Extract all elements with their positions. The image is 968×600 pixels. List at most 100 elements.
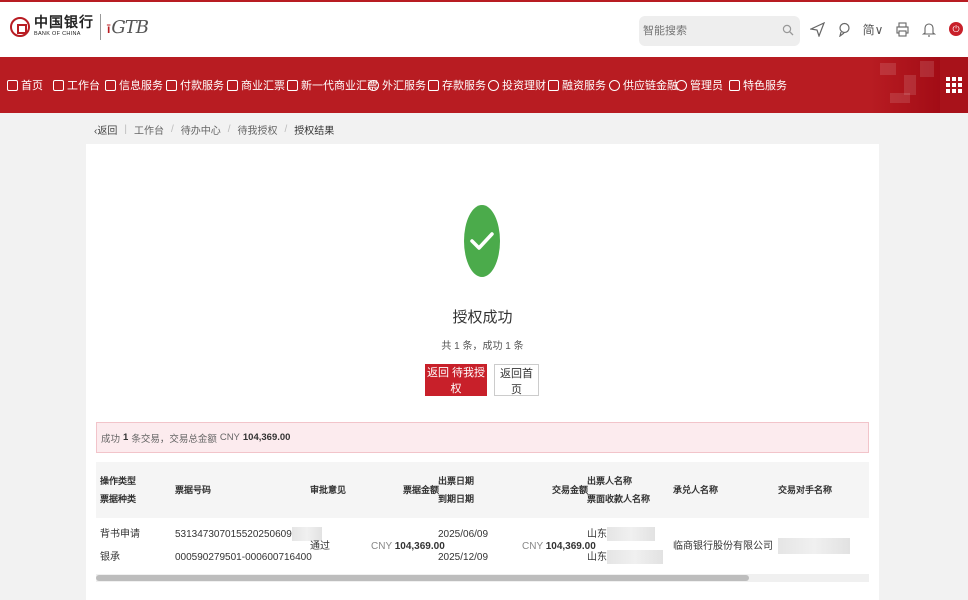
nav-item-investment[interactable]: 投资理财 bbox=[488, 77, 546, 93]
boc-wordmark: 中国银行 BANK OF CHINA bbox=[34, 16, 94, 38]
language-switch[interactable]: 简∨ bbox=[862, 20, 884, 38]
bar-amount: 104,369.00 bbox=[242, 432, 291, 443]
nav-label: 工作台 bbox=[67, 80, 100, 92]
td-drawer-payee: 山东 山东 bbox=[587, 523, 663, 569]
th-op-type: 操作类型 票据种类 bbox=[100, 476, 137, 504]
nav-item-financing[interactable]: 融资服务 bbox=[548, 77, 606, 93]
nav-item-workbench[interactable]: 工作台 bbox=[53, 77, 100, 93]
breadcrumb: ‹返回 | 工作台 / 待办中心 / 待我授权 / 授权结果 bbox=[94, 122, 334, 137]
bar-currency: CNY bbox=[219, 432, 240, 443]
bell-icon[interactable] bbox=[920, 20, 938, 38]
nav-item-deposit[interactable]: 存款服务 bbox=[428, 77, 486, 93]
nav-item-admin[interactable]: 管理员 bbox=[676, 77, 723, 93]
result-title: 授权成功 bbox=[452, 309, 513, 326]
td-counterparty bbox=[778, 535, 850, 558]
success-check-icon bbox=[464, 205, 500, 277]
logo-divider bbox=[100, 14, 101, 40]
nav-label: 存款服务 bbox=[442, 80, 486, 92]
nav-item-fx[interactable]: 外汇服务 bbox=[368, 77, 426, 93]
search-box[interactable] bbox=[639, 16, 800, 46]
back-to-pending-button[interactable]: 返回 待我授权 bbox=[425, 364, 487, 396]
special-icon bbox=[729, 79, 740, 91]
nav-label: 投资理财 bbox=[502, 80, 546, 92]
th-counterparty: 交易对手名称 bbox=[778, 485, 833, 495]
gtb-text: GTB bbox=[111, 16, 149, 38]
td-acceptor: 临商银行股份有限公司 bbox=[673, 541, 773, 552]
nav-label: 新一代商业汇票 bbox=[301, 80, 378, 92]
gtb-mark-icon: ī bbox=[107, 21, 111, 36]
bar-mid: 条交易，交易总金额 bbox=[131, 433, 217, 445]
td-opinion: 通过 bbox=[310, 541, 330, 552]
breadcrumb-current: 授权结果 bbox=[294, 126, 335, 137]
nav-label: 特色服务 bbox=[743, 80, 787, 92]
search-icon[interactable] bbox=[782, 24, 794, 36]
nav-item-new-draft[interactable]: 新一代商业汇票 bbox=[287, 77, 378, 93]
result-actions: 返回 待我授权 返回首页 bbox=[425, 364, 539, 396]
workbench-icon bbox=[53, 79, 64, 91]
td-bill-amount: CNY 104,369.00 bbox=[371, 541, 445, 552]
table-horizontal-scrollbar[interactable] bbox=[96, 574, 869, 582]
nav-label: 供应链金融 bbox=[623, 80, 678, 92]
info-icon bbox=[105, 79, 116, 91]
breadcrumb-todo-center[interactable]: 待办中心 bbox=[181, 122, 221, 137]
nav-label: 管理员 bbox=[690, 80, 723, 92]
service-icon[interactable] bbox=[835, 20, 853, 38]
nav-label: 信息服务 bbox=[119, 80, 163, 92]
table-row[interactable]: 背书申请 银承 5313473070155202506​09 0005902795… bbox=[96, 518, 869, 574]
print-icon[interactable] bbox=[893, 20, 911, 38]
nav-label: 付款服务 bbox=[180, 80, 224, 92]
th-opinion: 审批意见 bbox=[310, 485, 347, 495]
td-op-type: 背书申请 银承 bbox=[100, 529, 140, 563]
nav-item-home[interactable]: 首页 bbox=[7, 77, 43, 93]
bank-logo[interactable]: 中国银行 BANK OF CHINA īGTB bbox=[10, 14, 149, 40]
breadcrumb-separator: / bbox=[170, 124, 174, 135]
back-label: 返回 bbox=[97, 126, 118, 137]
result-summary-bar: 成功 1 条交易，交易总金额 CNY 104,369.00 bbox=[96, 422, 869, 453]
nav-label: 首页 bbox=[21, 80, 43, 92]
back-link[interactable]: ‹返回 bbox=[94, 122, 117, 137]
new-draft-icon bbox=[287, 79, 298, 91]
nav-item-payment[interactable]: 付款服务 bbox=[166, 77, 224, 93]
nav-item-info[interactable]: 信息服务 bbox=[105, 77, 163, 93]
nav-label: 融资服务 bbox=[562, 80, 606, 92]
search-input[interactable] bbox=[643, 25, 783, 37]
nav-item-special[interactable]: 特色服务 bbox=[729, 77, 787, 93]
td-dates: 2025/06/09 2025/12/09 bbox=[438, 529, 489, 563]
success-indicator bbox=[464, 205, 500, 277]
main-nav: 首页 工作台 信息服务 付款服务 商业汇票 新一代商业汇票 外汇服务 存款服务 … bbox=[0, 57, 968, 113]
result-summary: 共 1 条，成功 1 条 bbox=[441, 341, 524, 352]
td-bill-no: 5313473070155202506​09 000590279501-0006… bbox=[175, 523, 322, 569]
masked-name bbox=[607, 550, 663, 565]
nav-item-supply-chain[interactable]: 供应链金融 bbox=[609, 77, 678, 93]
deposit-icon bbox=[428, 79, 439, 91]
breadcrumb-separator: / bbox=[284, 124, 288, 135]
table-header: 操作类型 票据种类 票据号码 审批意见 票据金额 出票日期 到期日期 交易金额 出票… bbox=[96, 462, 869, 518]
th-trade-amount: 交易金额 bbox=[552, 485, 589, 495]
apps-grid-icon[interactable] bbox=[940, 57, 968, 113]
back-home-button[interactable]: 返回首页 bbox=[494, 364, 539, 396]
supply-chain-icon bbox=[609, 79, 620, 91]
gtb-logo: īGTB bbox=[107, 16, 149, 38]
td-trade-amount: CNY 104,369.00 bbox=[522, 541, 596, 552]
bar-count: 1 bbox=[123, 432, 129, 443]
admin-icon bbox=[676, 79, 687, 91]
home-icon bbox=[7, 79, 18, 91]
scrollbar-thumb[interactable] bbox=[96, 575, 749, 581]
breadcrumb-workbench[interactable]: 工作台 bbox=[134, 122, 164, 137]
th-bill-no: 票据号码 bbox=[175, 485, 212, 495]
result-card: 授权成功 共 1 条，成功 1 条 返回 待我授权 返回首页 成功 1 条交易，… bbox=[86, 144, 879, 600]
nav-label: 外汇服务 bbox=[382, 80, 426, 92]
fx-icon bbox=[368, 79, 379, 91]
nav-item-commercial-draft[interactable]: 商业汇票 bbox=[227, 77, 285, 93]
masked-name bbox=[607, 527, 655, 542]
draft-icon bbox=[227, 79, 238, 91]
breadcrumb-separator: | bbox=[124, 124, 127, 135]
bar-prefix: 成功 bbox=[101, 433, 121, 445]
investment-icon bbox=[488, 79, 499, 91]
financing-icon bbox=[548, 79, 559, 91]
logo-cn: 中国银行 bbox=[34, 15, 94, 32]
logout-icon[interactable]: ⏻ bbox=[949, 22, 963, 36]
send-icon[interactable] bbox=[808, 20, 826, 38]
breadcrumb-pending-auth[interactable]: 待我授权 bbox=[238, 122, 278, 137]
header-icons: 简∨ ⏻ bbox=[808, 20, 968, 38]
